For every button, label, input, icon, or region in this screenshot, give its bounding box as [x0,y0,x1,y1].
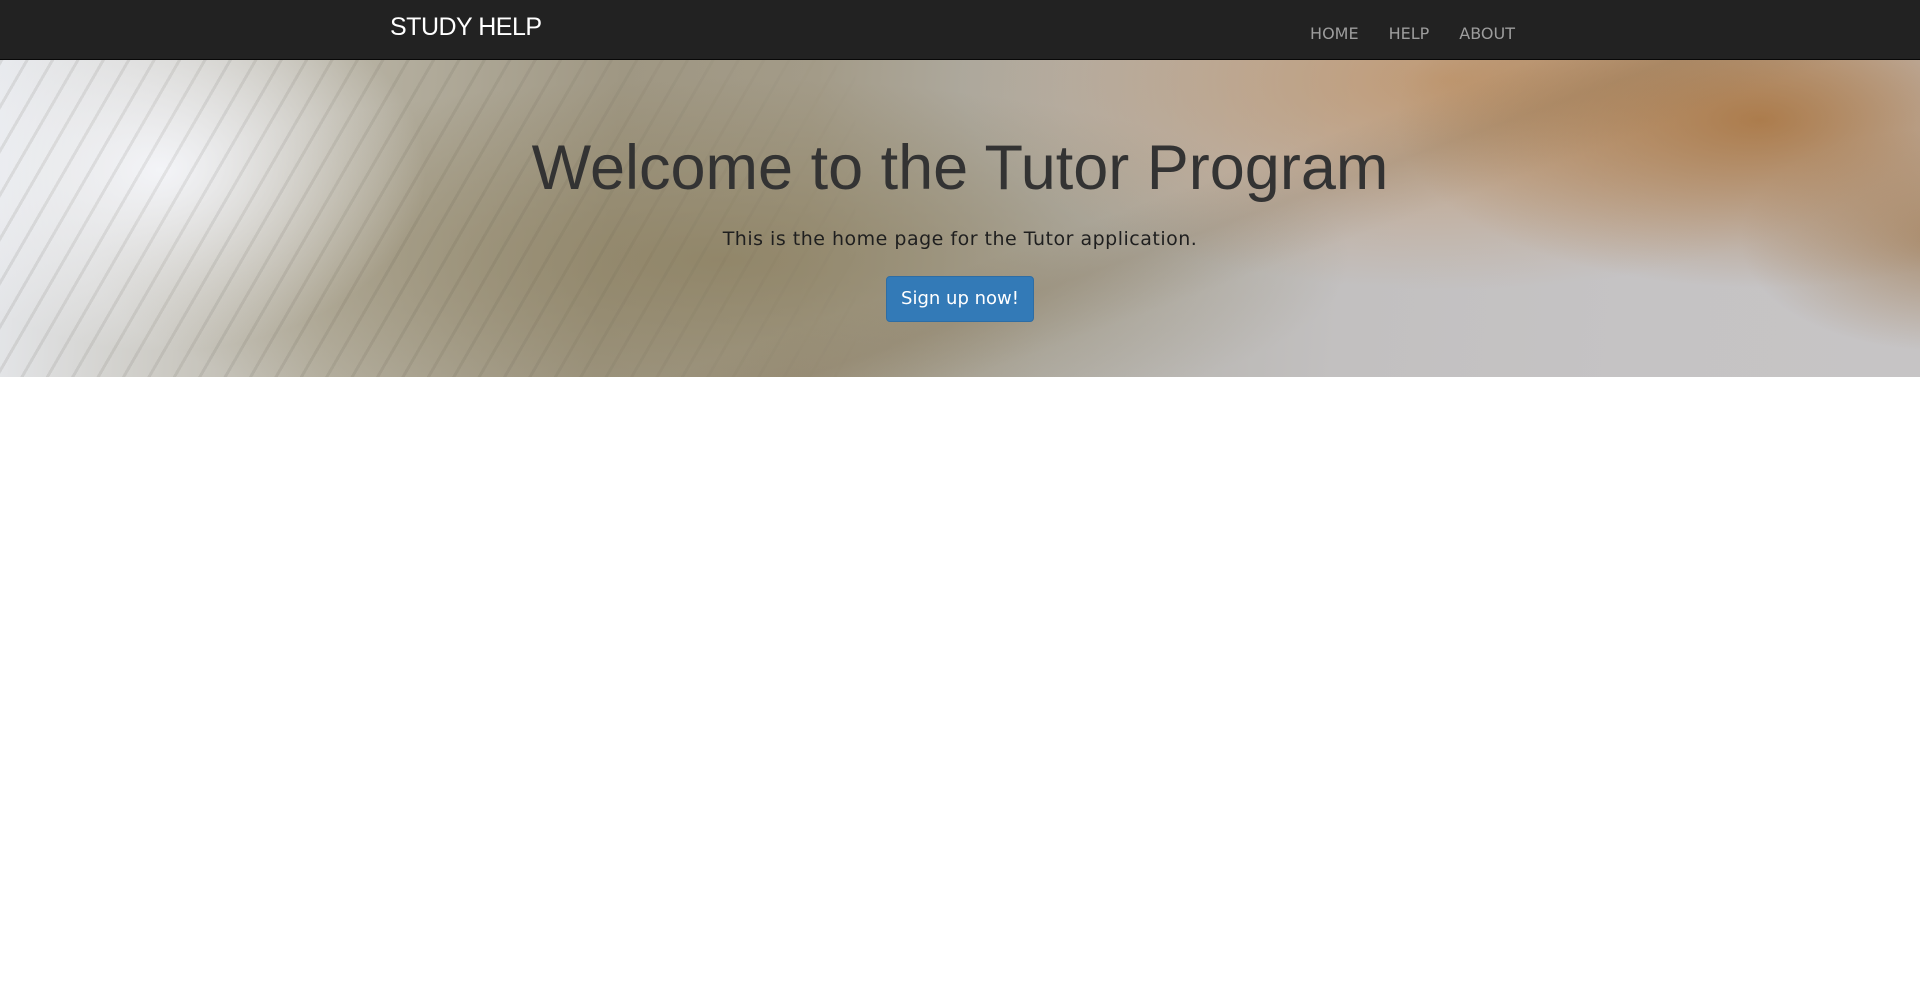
nav-item-home: HOME [1295,10,1374,51]
hero-subtitle: This is the home page for the Tutor appl… [722,228,1198,250]
nav-link-about[interactable]: ABOUT [1444,16,1530,51]
hero-title: Welcome to the Tutor Program [531,133,1389,203]
nav-link-home[interactable]: HOME [1295,16,1374,51]
hero-content: Welcome to the Tutor Program This is the… [0,60,1920,322]
nav-link-help[interactable]: HELP [1374,16,1445,51]
brand-logo-link[interactable]: STUDY HELP [390,12,542,42]
hero-banner: Welcome to the Tutor Program This is the… [0,60,1920,377]
top-navbar: STUDY HELP HOME HELP ABOUT [0,0,1920,60]
nav-item-help: HELP [1374,10,1445,51]
nav-links: HOME HELP ABOUT [1295,0,1530,60]
nav-item-about: ABOUT [1444,10,1530,51]
signup-button[interactable]: Sign up now! [886,276,1034,322]
